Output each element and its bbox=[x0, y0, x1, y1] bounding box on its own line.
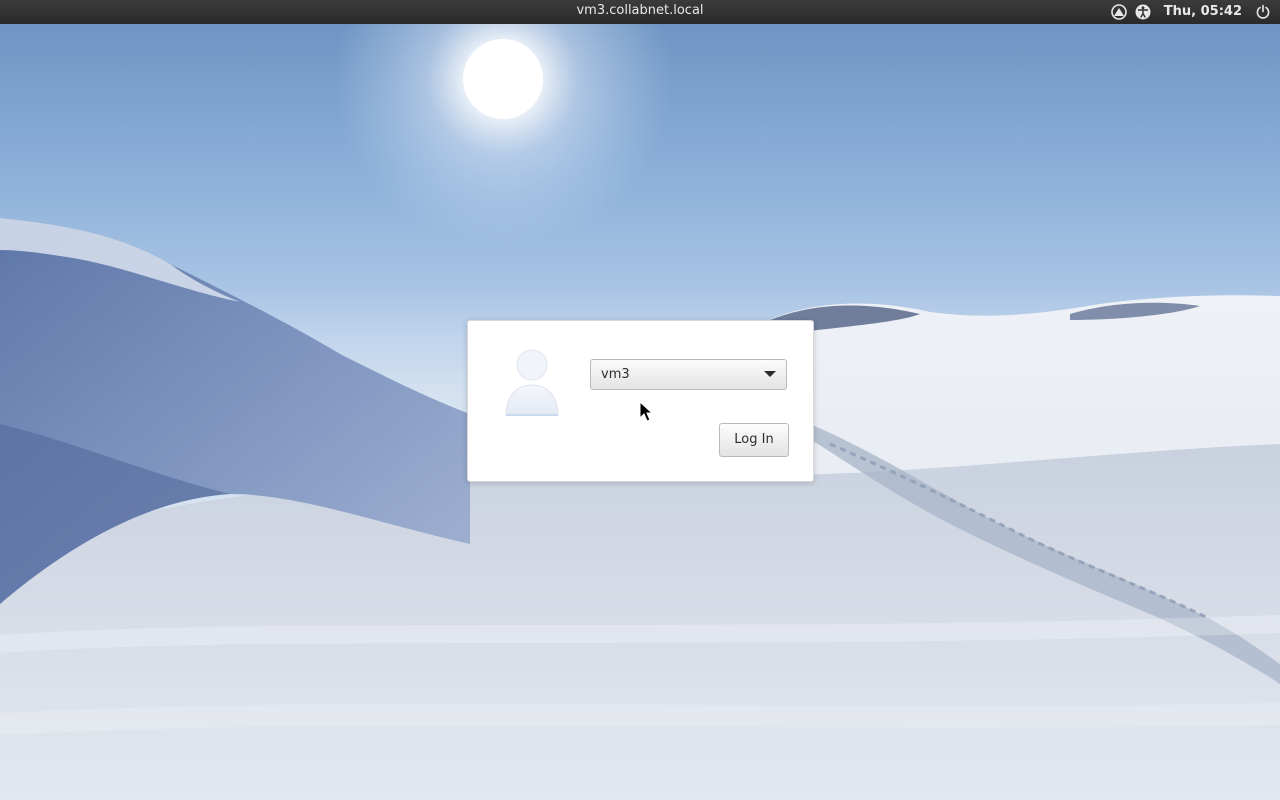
user-select-dropdown[interactable]: vm3 bbox=[590, 359, 787, 390]
selected-user-value: vm3 bbox=[601, 367, 630, 382]
accessibility-icon[interactable] bbox=[1134, 3, 1152, 21]
network-icon[interactable] bbox=[1110, 3, 1128, 21]
power-icon[interactable] bbox=[1254, 3, 1272, 21]
login-dialog: vm3 Log In bbox=[467, 320, 814, 482]
log-in-button[interactable]: Log In bbox=[719, 423, 789, 457]
user-avatar-icon bbox=[502, 347, 562, 417]
clock[interactable]: Thu, 05:42 bbox=[1158, 0, 1248, 24]
dropdown-arrow-icon bbox=[764, 371, 776, 377]
hostname-label: vm3.collabnet.local bbox=[576, 3, 704, 18]
top-panel: vm3.collabnet.local Thu, 05:42 bbox=[0, 0, 1280, 24]
status-area: Thu, 05:42 bbox=[1110, 0, 1272, 24]
